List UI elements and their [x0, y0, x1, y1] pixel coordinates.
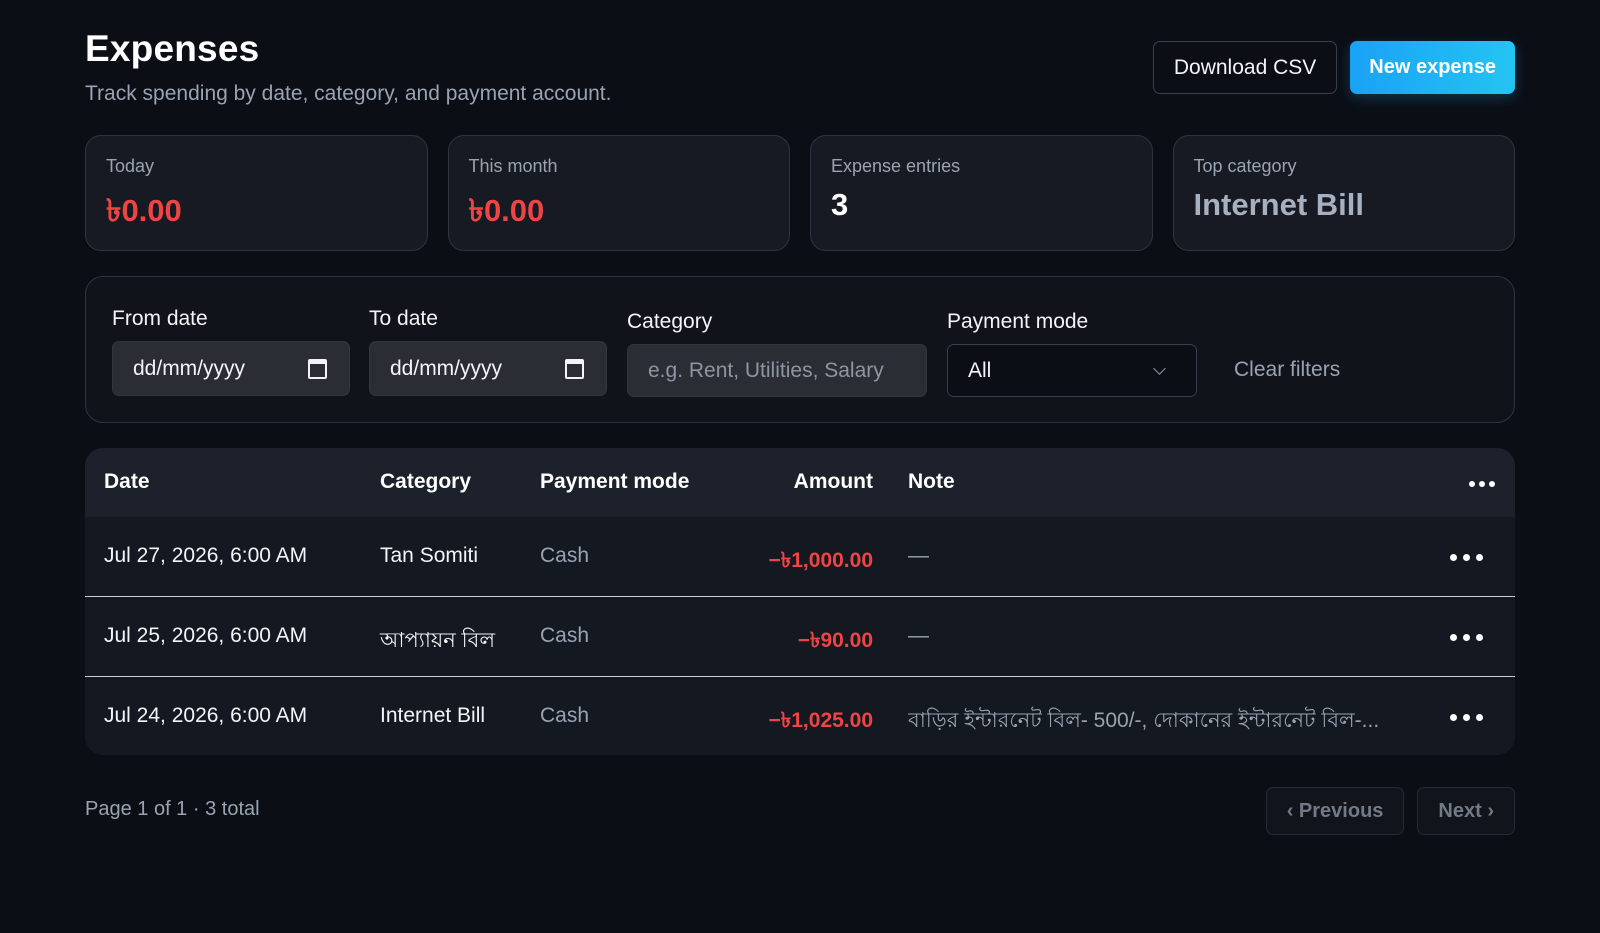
stat-value: ৳0.00	[106, 193, 182, 228]
calendar-icon[interactable]	[308, 359, 327, 379]
previous-page-button[interactable]: ‹ Previous	[1265, 787, 1405, 835]
stat-value: Internet Bill	[1193, 187, 1365, 222]
from-date-placeholder: dd/mm/yyyy	[133, 356, 246, 380]
cell-category: Tan Somiti	[380, 544, 479, 567]
category-filter-label: Category	[627, 310, 713, 333]
stat-label: Today	[106, 156, 155, 176]
column-header-amount[interactable]: Amount	[794, 470, 873, 494]
cell-date: Jul 27, 2026, 6:00 AM	[104, 544, 308, 567]
download-csv-button[interactable]: Download CSV	[1152, 41, 1338, 94]
cell-amount: −৳90.00	[797, 629, 873, 652]
to-date-placeholder: dd/mm/yyyy	[390, 356, 503, 380]
expenses-table: Date Category Payment mode Amount Note J…	[85, 448, 1515, 755]
stat-value: ৳0.00	[468, 193, 545, 228]
new-expense-button[interactable]: New expense	[1350, 41, 1515, 94]
stat-card-top-category: Top category Internet Bill	[1172, 135, 1515, 251]
stat-card-expense-entries: Expense entries 3	[810, 135, 1153, 251]
category-filter-input[interactable]	[627, 344, 927, 397]
table-row[interactable]: Jul 27, 2026, 6:00 AM Tan Somiti Cash −৳…	[85, 517, 1515, 597]
stat-card-this-month: This month ৳0.00	[447, 135, 790, 251]
stat-label: This month	[468, 156, 558, 176]
column-header-note[interactable]: Note	[908, 470, 955, 494]
row-actions-icon[interactable]	[1450, 714, 1483, 721]
cell-date: Jul 24, 2026, 6:00 AM	[104, 704, 308, 727]
page-subtitle: Track spending by date, category, and pa…	[85, 82, 612, 105]
to-date-input[interactable]: dd/mm/yyyy	[369, 341, 607, 396]
column-header-category[interactable]: Category	[380, 470, 471, 494]
cell-note: —	[908, 544, 929, 567]
cell-category: আপ্যায়ন বিল	[380, 629, 496, 652]
clear-filters-button[interactable]: Clear filters	[1234, 358, 1340, 382]
expenses-page: Expenses Track spending by date, categor…	[0, 0, 1600, 933]
pagination-info: Page 1 of 1 · 3 total	[85, 798, 260, 820]
stat-label: Expense entries	[831, 156, 961, 176]
cell-payment-mode: Cash	[540, 624, 590, 647]
from-date-label: From date	[112, 307, 208, 330]
page-title: Expenses	[85, 28, 260, 69]
table-header: Date Category Payment mode Amount Note	[85, 448, 1515, 517]
table-row[interactable]: Jul 24, 2026, 6:00 AM Internet Bill Cash…	[85, 677, 1515, 755]
payment-mode-select[interactable]: All	[947, 344, 1197, 397]
from-date-input[interactable]: dd/mm/yyyy	[112, 341, 350, 396]
payment-mode-value: All	[968, 358, 992, 382]
chevron-down-icon	[1153, 362, 1166, 375]
row-actions-icon[interactable]	[1450, 554, 1483, 561]
header-actions: Download CSV New expense	[1152, 41, 1515, 94]
next-page-button[interactable]: Next ›	[1417, 787, 1515, 835]
stat-card-today: Today ৳0.00	[85, 135, 428, 251]
cell-note: বাড়ির ইন্টারনেট বিল- 500/-, দোকানের ইন্…	[908, 709, 1380, 732]
row-actions-icon[interactable]	[1450, 634, 1483, 641]
calendar-icon[interactable]	[565, 359, 584, 379]
cell-amount: −৳1,025.00	[768, 709, 873, 732]
to-date-label: To date	[369, 307, 438, 330]
stat-value: 3	[831, 187, 849, 222]
cell-date: Jul 25, 2026, 6:00 AM	[104, 624, 308, 647]
stats-row: Today ৳0.00 This month ৳0.00 Expense ent…	[85, 135, 1515, 251]
cell-payment-mode: Cash	[540, 704, 590, 727]
cell-note: —	[908, 624, 929, 647]
cell-payment-mode: Cash	[540, 544, 590, 567]
cell-category: Internet Bill	[380, 704, 486, 727]
column-header-date[interactable]: Date	[104, 470, 150, 494]
filters-panel: From date dd/mm/yyyy To date dd/mm/yyyy …	[85, 276, 1515, 423]
more-options-icon[interactable]	[1469, 481, 1495, 487]
column-header-payment-mode[interactable]: Payment mode	[540, 470, 689, 494]
page-header: Expenses Track spending by date, categor…	[85, 26, 1515, 110]
stat-label: Top category	[1193, 156, 1297, 176]
payment-mode-label: Payment mode	[947, 310, 1089, 333]
pagination: ‹ Previous Next ›	[1265, 787, 1515, 835]
cell-amount: −৳1,000.00	[768, 549, 873, 572]
table-row[interactable]: Jul 25, 2026, 6:00 AM আপ্যায়ন বিল Cash …	[85, 597, 1515, 677]
